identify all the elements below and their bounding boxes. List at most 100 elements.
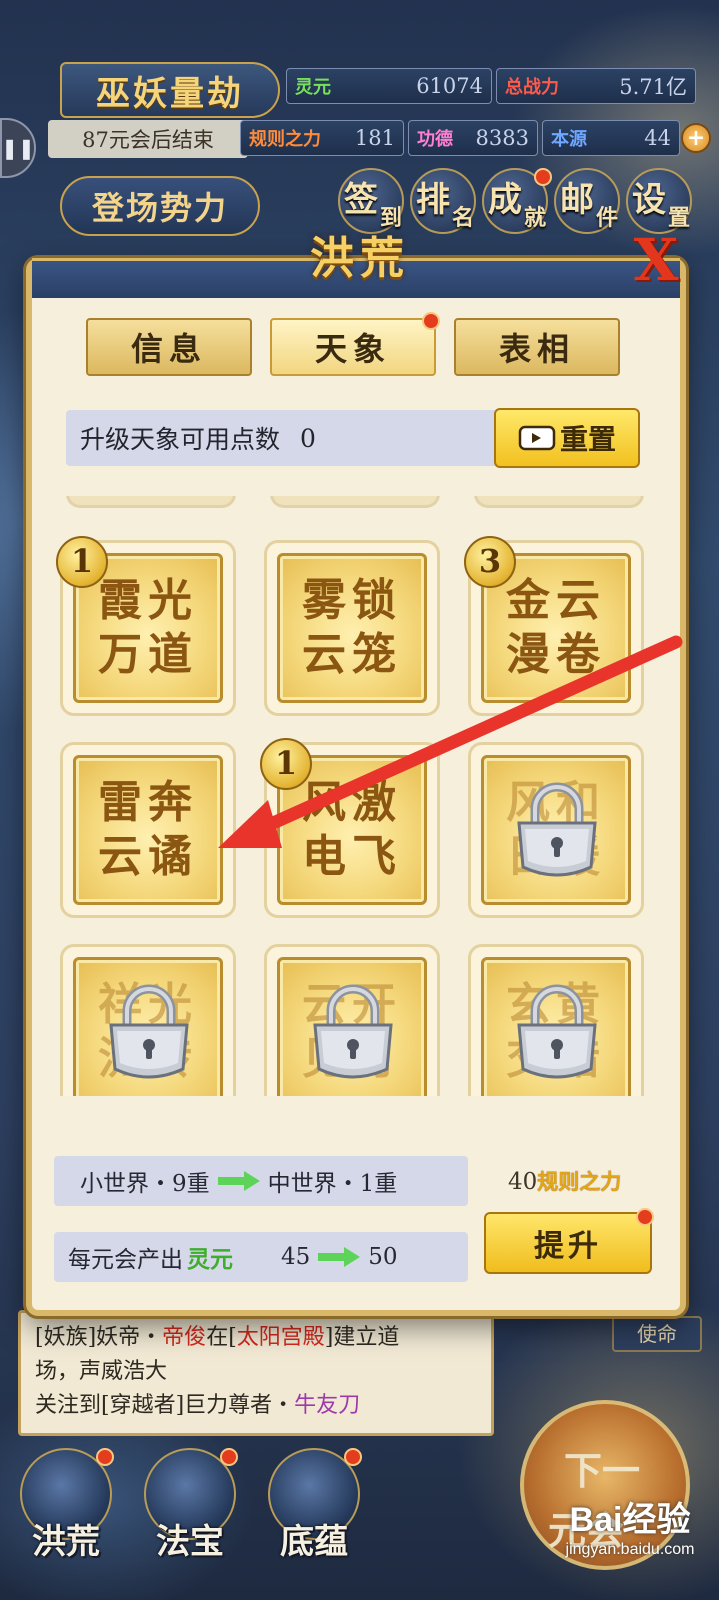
nav-honghuang[interactable]: 洪荒 [16,1448,116,1588]
card-face: 雷奔 云谲 [73,755,223,905]
plus-icon: + [686,125,706,151]
level-badge: 1 [56,536,108,588]
resource-label: 规则之力 [249,129,321,150]
reset-label: 重置 [559,423,616,456]
upgrade-label: 提升 [534,1229,602,1264]
menu-label-big: 邮 [560,180,594,220]
mission-tab[interactable]: 使命 [612,1316,702,1352]
resource-label: 灵元 [295,77,331,98]
notification-dot [344,1448,362,1466]
cost-amount: 40 [508,1169,538,1195]
resource-merit[interactable]: 功德 8383 [408,120,538,156]
log-line: 关注到[穿越者]巨力尊者・牛友刀 [35,1389,477,1423]
faction-button[interactable]: 登场势力 [60,176,260,236]
celestial-card-locked[interactable]: 风和日暖 [468,742,644,918]
log-text: ]建立道 [324,1325,400,1350]
upgrade-cost: 40规则之力 [508,1166,621,1196]
countdown-text: 87元会后结束 [82,128,214,152]
notification-dot [220,1448,238,1466]
card-face: 雾锁 云笼 [277,553,427,703]
points-label: 升级天象可用点数 [80,425,281,454]
log-line: [妖族]妖帝・帝俊在[太阳宫殿]建立道 [35,1321,477,1355]
log-text: [妖族]妖帝・ [35,1325,163,1350]
celestial-grid: 霞光万道 1 雾锁云笼 金云漫卷 3 雷奔云谲 风激电飞 1 风和日暖 [50,496,670,1096]
world-next: 中世界・1重 [267,1171,398,1197]
celestial-card-wusuo[interactable]: 雾锁 云笼 [264,540,440,716]
baidu-watermark: Bai经验 jingyan.baidu.com [540,1492,719,1572]
partial-card-above [66,496,236,508]
resource-origin[interactable]: 本源 44 [542,120,680,156]
level-badge: 1 [260,738,312,790]
notification-dot [636,1208,654,1226]
world-upgrade-row: 小世界・9重 中世界・1重 [54,1156,468,1206]
upgrade-button[interactable]: 提升 [484,1208,654,1274]
video-ad-icon [518,425,556,451]
log-highlight: 牛友刀 [294,1393,361,1418]
reset-button[interactable]: 重置 [494,408,640,468]
resource-value: 5.71亿 [619,75,687,99]
menu-label-big: 设 [632,180,666,220]
log-highlight: 太阳宫殿 [236,1325,325,1350]
menu-label-small: 件 [595,205,618,231]
celestial-card-locked[interactable]: 玄黄交错 [468,944,644,1096]
level-badge: 3 [464,536,516,588]
nav-diyun[interactable]: 底蕴 [264,1448,364,1588]
output-upgrade-row: 每元会产出 灵元 45 50 [54,1232,468,1282]
output-label: 每元会产出 [68,1247,183,1273]
menu-label-big: 签 [344,180,378,220]
points-value: 0 [300,423,316,453]
event-log: [妖族]妖帝・帝俊在[太阳宫殿]建立道 场，声威浩大 关注到[穿越者]巨力尊者・… [18,1310,494,1436]
watermark-main: Bai经验 [569,1501,691,1539]
cost-resource: 规则之力 [537,1169,622,1194]
partial-card-above [474,496,644,508]
resource-value: 44 [644,126,671,150]
card-name: 雷奔 云谲 [98,777,198,882]
mail-button[interactable]: 邮 件 [554,168,620,234]
dialog-title: 洪荒 [310,233,410,284]
celestial-card-leiben[interactable]: 雷奔 云谲 [60,742,236,918]
pause-icon: ❚❚ [1,136,35,160]
faction-button-label: 登场势力 [91,189,228,227]
lock-icon [517,782,597,877]
log-line: 场，声威浩大 [35,1359,168,1384]
add-resource-button[interactable]: + [681,123,711,153]
card-name: 金云 漫卷 [506,575,606,680]
log-highlight: 帝俊 [162,1325,207,1350]
nav-fabao[interactable]: 法宝 [140,1448,240,1588]
celestial-card-locked[interactable]: 祥光流转 [60,944,236,1096]
close-icon[interactable]: X [628,231,684,289]
settings-button[interactable]: 设 置 [626,168,692,234]
notification-dot [534,168,552,186]
resource-value: 61074 [416,74,483,98]
notification-dot [422,312,440,330]
notification-dot [96,1448,114,1466]
tab-appearance[interactable]: 表相 [454,318,620,376]
card-name: 雾锁 云笼 [302,575,402,680]
lock-icon [313,984,393,1079]
menu-label-small: 名 [451,205,474,231]
tab-celestial[interactable]: 天象 [270,312,440,376]
log-text: 在[ [206,1325,237,1350]
nav-label: 法宝 [156,1522,224,1562]
card-name: 风激 电飞 [302,777,402,882]
lock-icon [517,984,597,1079]
resource-label: 总战力 [505,77,559,98]
arrow-right-icon [318,1247,361,1267]
next-era-label-1: 下一 [564,1448,641,1493]
resource-rule-power[interactable]: 规则之力 181 [240,120,404,156]
card-name: 霞光 万道 [98,575,198,680]
celestial-card-locked[interactable]: 云开见月 [264,944,440,1096]
log-text: 关注到[穿越者]巨力尊者・ [35,1393,295,1418]
era-countdown: 87元会后结束 [48,120,248,158]
watermark-sub: jingyan.baidu.com [565,1541,695,1558]
output-next: 50 [368,1244,398,1270]
tab-info[interactable]: 信息 [86,318,252,376]
menu-label-big: 成 [488,180,522,220]
game-title: 巫妖量劫 [96,73,244,114]
resource-total-power[interactable]: 总战力 5.71亿 [496,68,696,104]
resource-label: 本源 [551,129,587,150]
tab-label: 天象 [314,330,391,368]
achievement-button[interactable]: 成 就 [482,168,552,234]
resource-lingyuan[interactable]: 灵元 61074 [286,68,492,104]
menu-label-small: 就 [523,205,546,231]
